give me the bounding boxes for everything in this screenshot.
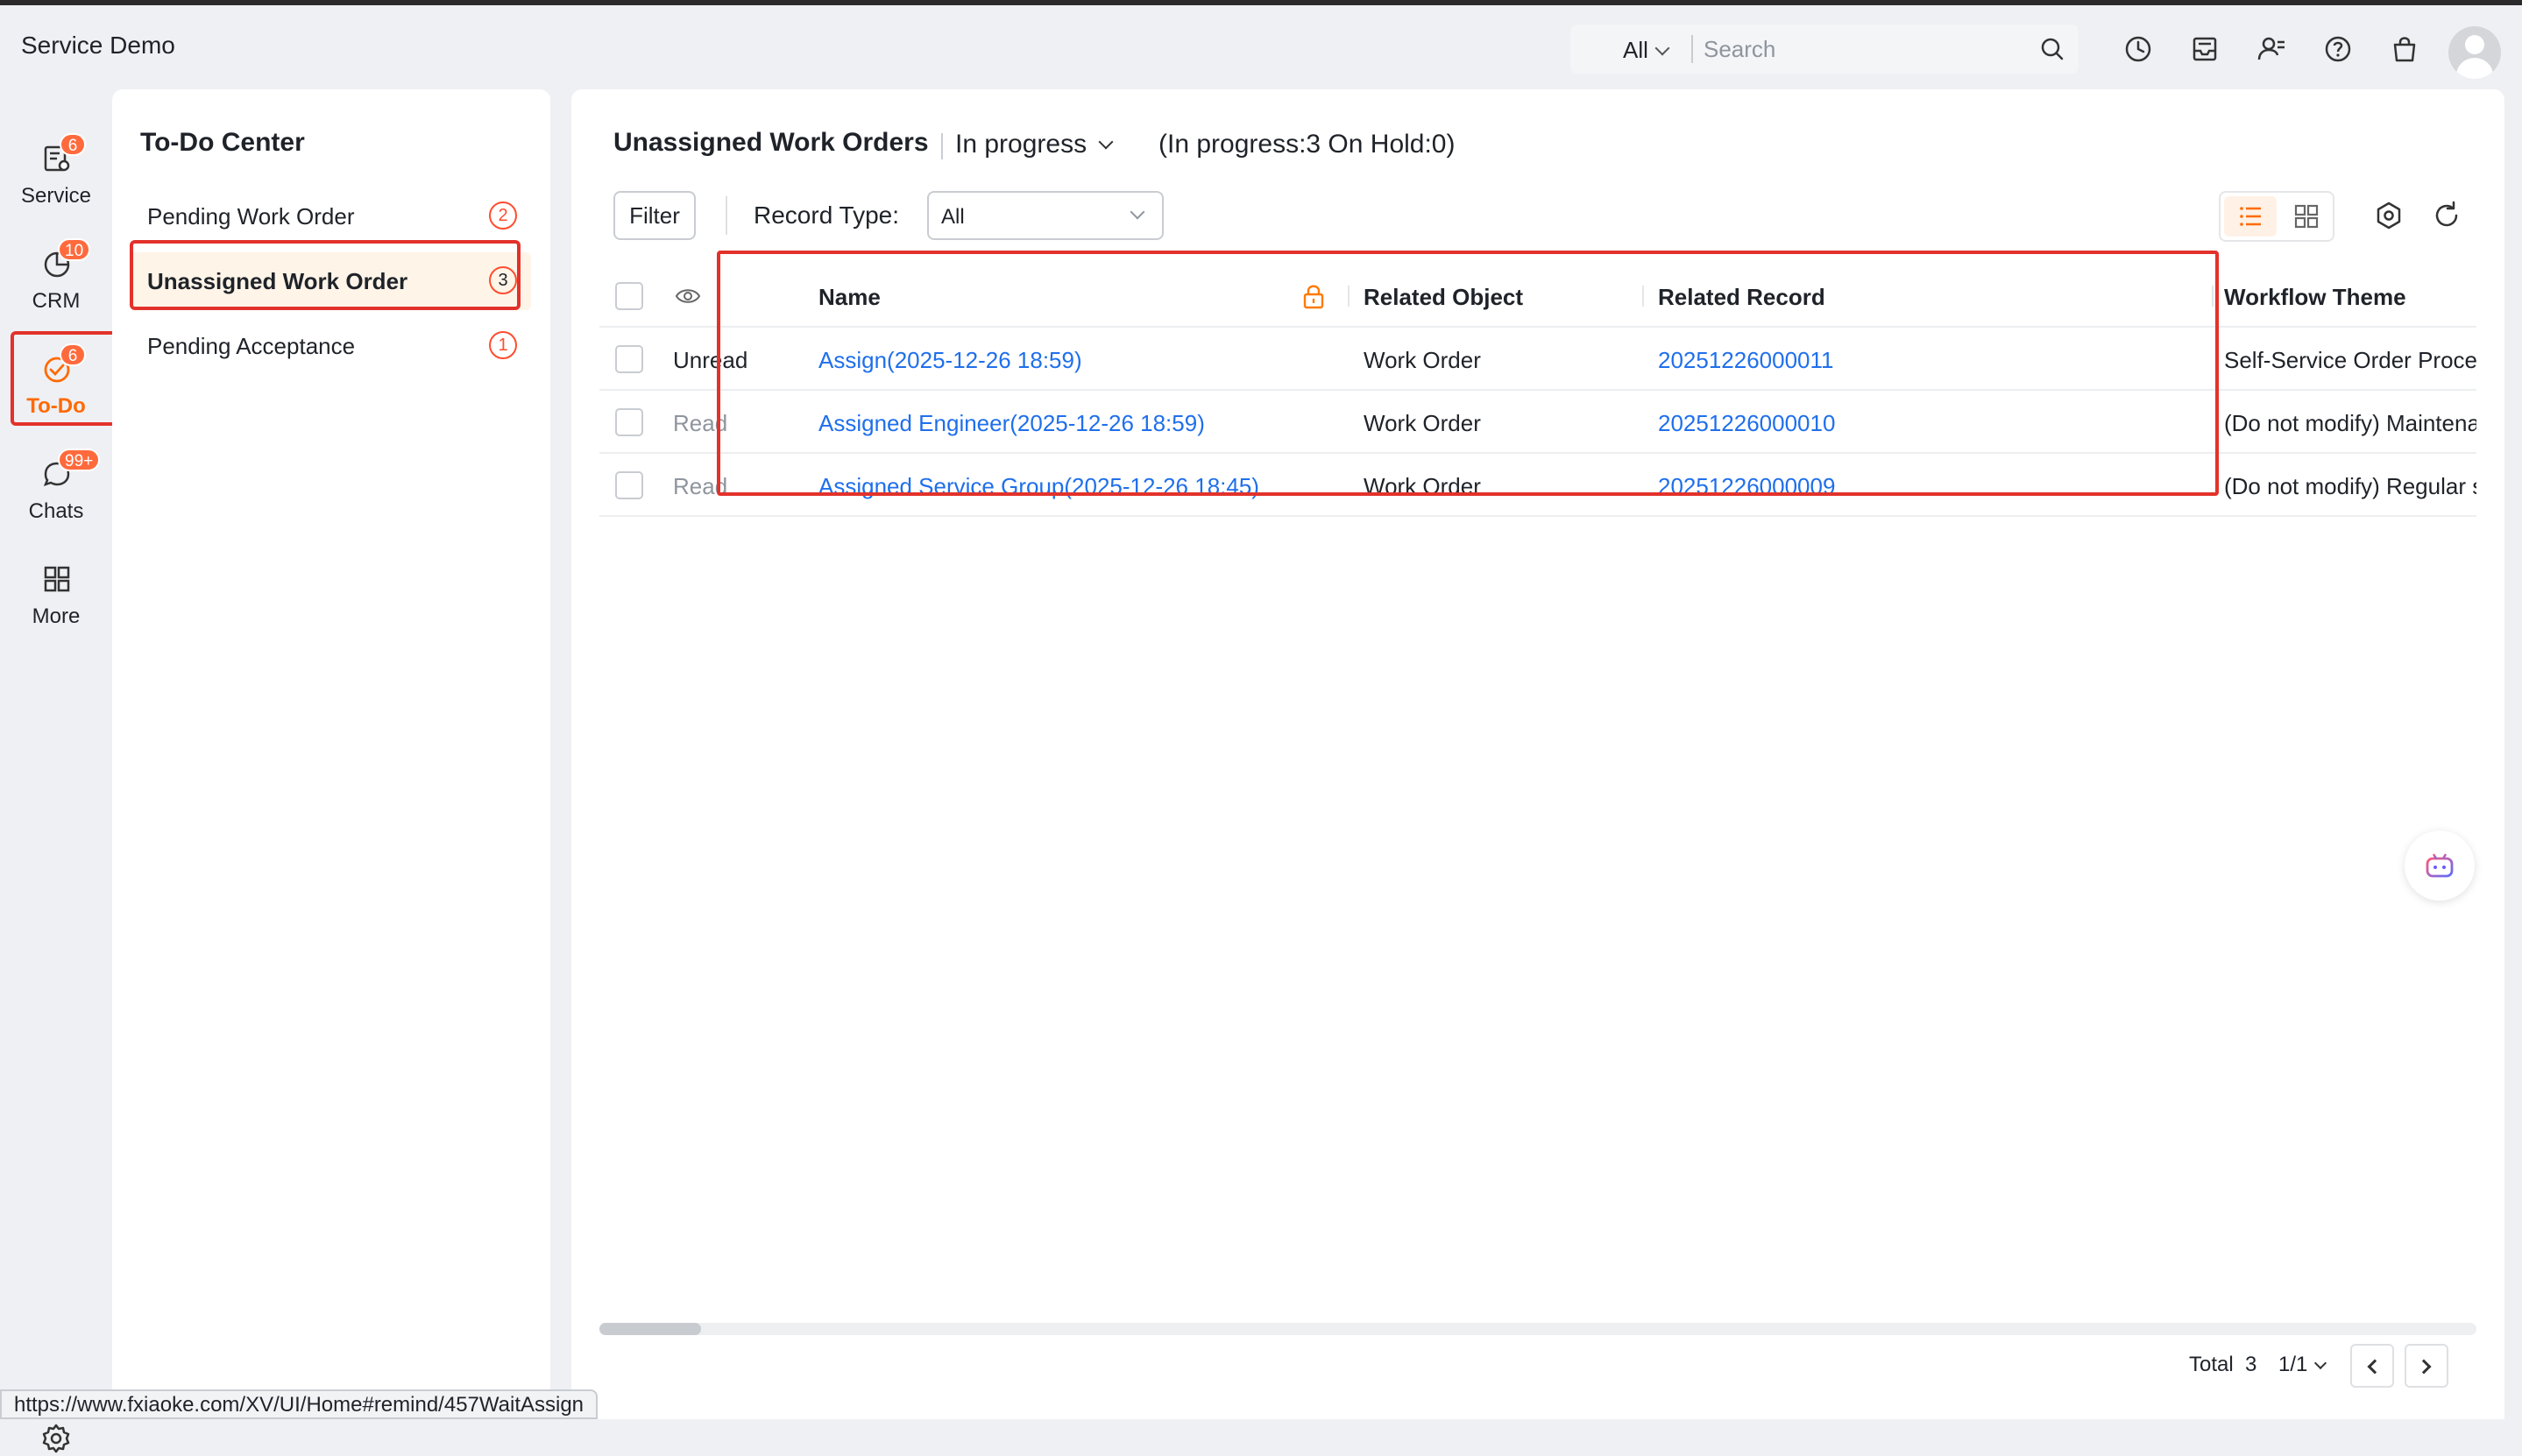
chevron-right-icon [2416,1359,2432,1375]
grid-view-button[interactable] [2280,196,2333,237]
scrollbar-thumb[interactable] [599,1323,701,1335]
search-scope-select[interactable]: All [1623,37,1670,64]
help-icon[interactable] [2320,32,2356,67]
nav-item-chats[interactable]: 99+ Chats [0,449,112,545]
record-type-value: All [941,205,965,229]
todo-item-count: 2 [489,201,517,230]
chevron-down-icon [2314,1356,2327,1370]
ai-assistant-button[interactable] [2405,830,2475,901]
inbox-icon[interactable] [2187,32,2222,67]
page-select-value: 1/1 [2278,1353,2308,1376]
todo-highlight-annotation [11,331,117,426]
pager-total-label: Total [2189,1353,2234,1376]
search-scope-value: All [1623,37,1648,63]
status-select[interactable]: In progress [955,130,1114,159]
status-select-value: In progress [955,130,1087,159]
shopping-bag-icon[interactable] [2387,32,2422,67]
prev-page-button[interactable] [2350,1344,2394,1388]
nav-item-service[interactable]: 6 Service [0,133,112,230]
table-highlight-annotation [717,251,2219,496]
row-checkbox[interactable] [615,471,643,499]
contacts-icon[interactable] [2254,32,2289,67]
search-divider [1691,35,1693,63]
status-bar-url: https://www.fxiaoke.com/XV/UI/Home#remin… [0,1389,599,1419]
row-checkbox[interactable] [615,408,643,436]
chevron-down-icon [1098,134,1114,150]
chevron-left-icon [2367,1359,2383,1375]
list-view-button[interactable] [2224,196,2277,237]
search-icon[interactable] [2040,37,2065,61]
todo-item-pending-work-order[interactable]: Pending Work Order 2 [130,187,531,245]
filter-button[interactable]: Filter [613,191,696,240]
app-title: Service Demo [21,32,175,59]
select-all-checkbox[interactable] [615,282,643,310]
page-select[interactable]: 1/1 [2278,1353,2327,1377]
nav-label-service: Service [20,184,92,208]
grid-view-icon [2294,204,2319,229]
row-workflow-theme: Self-Service Order Process [2224,347,2476,373]
horizontal-scrollbar[interactable] [599,1323,2476,1335]
avatar-head [2465,35,2484,54]
record-type-select[interactable]: All [927,191,1164,240]
grid-icon [44,566,70,592]
chevron-down-icon [1654,40,1670,56]
toolbar-divider [726,196,727,235]
settings-gear-icon[interactable] [39,1421,74,1456]
nav-label-chats: Chats [28,499,84,523]
row-workflow-theme: (Do not modify) Regular ser [2224,473,2476,499]
nav-item-more[interactable]: More [0,554,112,650]
nav-badge-chats: 99+ [58,449,101,471]
status-summary: (In progress:3 On Hold:0) [1158,130,1456,159]
view-toggle [2219,191,2334,242]
todo-center-title: To-Do Center [140,128,305,157]
user-avatar[interactable] [2448,26,2501,79]
robot-icon [2426,853,2454,878]
column-header-workflow-theme[interactable]: Workflow Theme [2224,284,2476,311]
list-view-icon [2240,207,2261,226]
pager-total: Total 3 [2189,1353,2256,1377]
read-status-eye-icon [675,289,701,303]
search-input[interactable] [1704,32,2019,67]
record-type-label: Record Type: [754,201,900,229]
todo-item-label: Pending Acceptance [147,333,356,359]
nav-badge-service: 6 [60,133,86,156]
todo-item-pending-acceptance[interactable]: Pending Acceptance 1 [130,317,531,375]
page-title: Unassigned Work Orders [613,128,929,157]
column-settings-icon[interactable] [2371,198,2406,233]
chevron-down-icon [1130,204,1145,220]
top-bar: Service Demo All [0,5,2522,89]
global-search: All [1570,25,2079,74]
next-page-button[interactable] [2405,1344,2448,1388]
nav-badge-crm: 10 [58,238,91,261]
nav-label-more: More [32,604,81,628]
todo-item-label: Pending Work Order [147,203,355,230]
selected-item-annotation [130,240,521,310]
left-nav: 6 Service 10 CRM 6 To-Do 99+ Chats More [0,89,112,1453]
clock-icon[interactable] [2121,32,2156,67]
title-divider [941,133,943,159]
row-checkbox[interactable] [615,345,643,373]
row-workflow-theme: (Do not modify) Maintenanc [2224,410,2476,436]
nav-item-crm[interactable]: 10 CRM [0,238,112,335]
refresh-icon[interactable] [2429,198,2464,233]
avatar-body [2456,58,2493,79]
pager-total-count: 3 [2245,1353,2257,1376]
nav-label-crm: CRM [32,289,81,313]
todo-item-count: 1 [489,331,517,359]
